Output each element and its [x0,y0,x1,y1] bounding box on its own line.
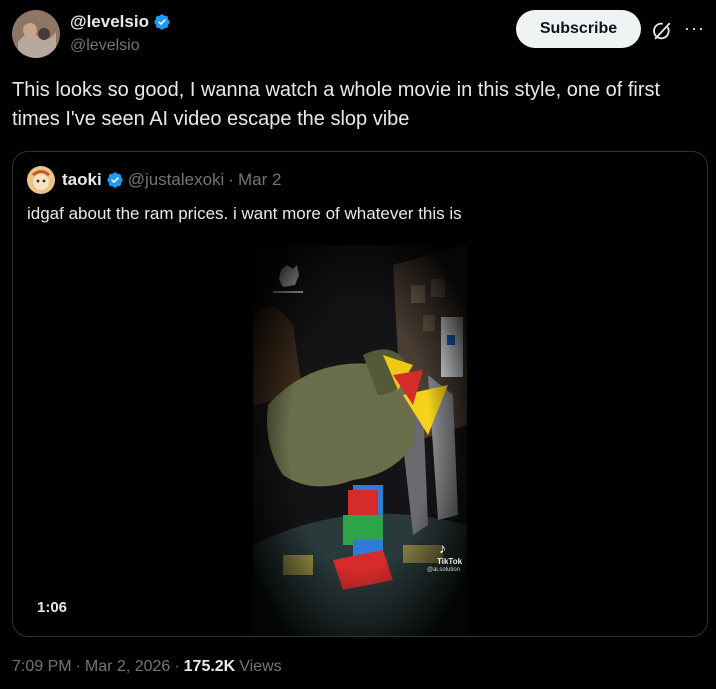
quoted-author-avatar[interactable] [27,166,55,194]
separator-dot: · [228,170,234,189]
video-player[interactable]: ♪ TikTok @ai.solution [253,245,467,636]
tiktok-icon: ♪ [439,540,446,556]
tiktok-watermark: ♪ [439,541,446,555]
verified-badge-icon [153,13,171,31]
author-avatar[interactable] [12,10,60,58]
quoted-display-name[interactable]: taoki [62,170,102,190]
quoted-header: taoki @justalexoki · Mar 2 [62,170,281,190]
quoted-text: idgaf about the ram prices. i want more … [27,204,462,223]
separator-dot: · [174,658,180,675]
subscribe-button[interactable]: Subscribe [516,10,641,48]
views-label: Views [239,658,282,675]
views-count: 175.2K [183,658,236,675]
quoted-tweet[interactable]: taoki @justalexoki · Mar 2 idgaf about t… [12,151,708,637]
quoted-handle[interactable]: @justalexoki [128,170,225,190]
tweet-meta: 7:09 PM · Mar 2, 2026 · 175.2K Views [12,658,282,676]
quoted-date[interactable]: Mar 2 [238,170,281,190]
author-display-name[interactable]: @levelsio [70,12,149,32]
separator-dot: · [75,658,81,675]
more-horizontal-icon[interactable]: ··· [684,18,705,39]
verified-badge-icon [106,171,124,189]
author-name-row[interactable]: @levelsio [70,12,171,32]
author-handle[interactable]: @levelsio [70,37,140,55]
tweet-date[interactable]: Mar 2, 2026 [85,658,170,676]
video-duration: 1:06 [37,599,68,616]
tweet-time[interactable]: 7:09 PM [12,658,72,676]
grok-icon[interactable] [651,20,673,42]
tiktok-watermark-user: @ai.solution [427,567,461,573]
tiktok-watermark-app: TikTok [437,557,463,566]
tweet-text: This looks so good, I wanna watch a whol… [12,79,661,130]
